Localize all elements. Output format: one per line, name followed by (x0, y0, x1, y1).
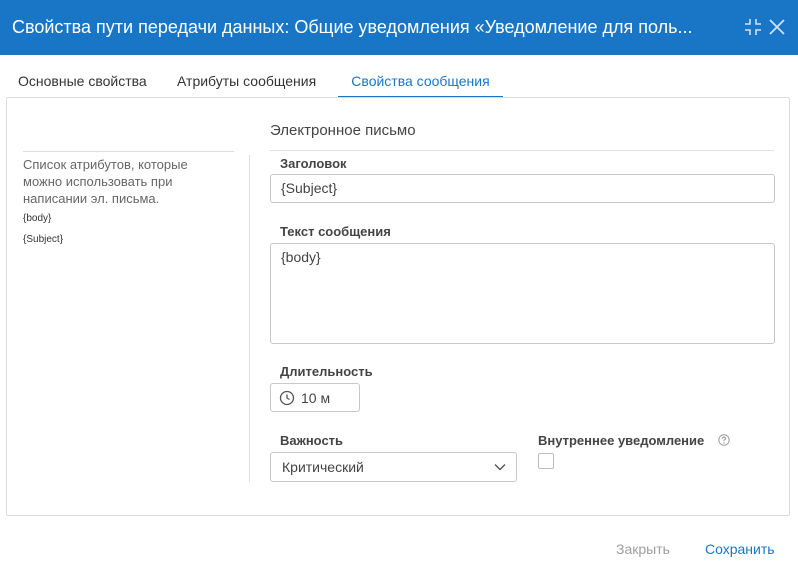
message-body-label: Текст сообщения (280, 224, 391, 239)
collapse-icon[interactable] (744, 18, 762, 36)
sidebar-divider (23, 151, 234, 152)
section-divider (270, 150, 774, 151)
duration-value: 10 м (301, 390, 331, 406)
close-icon[interactable] (768, 18, 786, 36)
help-icon[interactable] (718, 434, 730, 446)
vertical-divider (249, 155, 250, 482)
duration-label: Длительность (280, 364, 373, 379)
tab-bar: Основные свойства Атрибуты сообщения Сво… (6, 64, 792, 98)
attribute-item-subject: {Subject} (23, 234, 64, 245)
duration-input[interactable]: 10 м (270, 383, 360, 412)
importance-select[interactable]: Критический (270, 452, 517, 482)
properties-panel: Список атрибутов, которые можно использо… (6, 97, 790, 516)
dialog-header: Свойства пути передачи данных: Общие уве… (0, 0, 798, 55)
save-button[interactable]: Сохранить (705, 541, 775, 557)
dialog-title: Свойства пути передачи данных: Общие уве… (12, 17, 693, 37)
section-title: Электронное письмо (270, 122, 416, 139)
tab-main-properties[interactable]: Основные свойства (18, 64, 147, 98)
message-body-textarea[interactable]: {body} (270, 243, 775, 344)
importance-value: Критический (282, 459, 364, 475)
subject-label: Заголовок (280, 156, 347, 171)
chevron-down-icon (494, 464, 506, 471)
internal-notification-label: Внутреннее уведомление (538, 433, 705, 448)
tab-message-properties[interactable]: Свойства сообщения (338, 64, 503, 98)
close-button[interactable]: Закрыть (616, 541, 670, 557)
attribute-item-body: {body} (23, 213, 52, 224)
internal-notification-checkbox[interactable] (538, 453, 554, 469)
clock-icon (279, 390, 295, 406)
tab-message-attributes[interactable]: Атрибуты сообщения (177, 64, 316, 98)
sidebar-description: Список атрибутов, которые можно использо… (23, 157, 188, 206)
importance-label: Важность (280, 433, 344, 448)
subject-input[interactable]: {Subject} (270, 174, 775, 203)
